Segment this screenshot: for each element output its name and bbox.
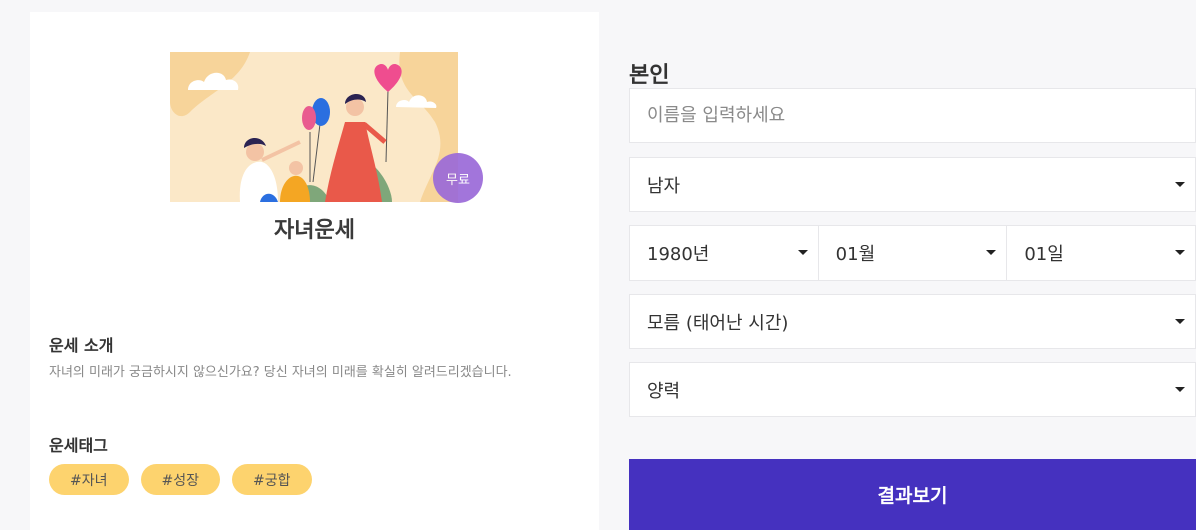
name-field[interactable] xyxy=(629,88,1196,143)
input-form: 본인 남자 1980년 01월 01일 모름 (태어난 시간) 양력 결과보기 xyxy=(629,0,1196,530)
fortune-card: 무료 자녀운세 운세 소개 자녀의 미래가 궁금하시지 않으신가요? 당신 자녀… xyxy=(30,12,599,530)
calendar-type-value: 양력 xyxy=(647,380,681,402)
year-select[interactable]: 1980년 xyxy=(629,225,819,281)
birth-time-select[interactable]: 모름 (태어난 시간) xyxy=(629,294,1196,349)
birth-time-value: 모름 (태어난 시간) xyxy=(647,312,789,334)
fortune-title: 자녀운세 xyxy=(274,218,355,243)
birth-date-row: 1980년 01월 01일 xyxy=(629,225,1196,281)
tag-compatibility[interactable]: #궁합 xyxy=(232,464,312,495)
tag-child[interactable]: #자녀 xyxy=(49,464,129,495)
chevron-down-icon xyxy=(1175,182,1185,187)
day-value: 01일 xyxy=(1024,244,1064,265)
month-select[interactable]: 01월 xyxy=(817,225,1008,281)
gender-select[interactable]: 남자 xyxy=(629,157,1196,212)
chevron-down-icon xyxy=(1175,250,1186,255)
chevron-down-icon xyxy=(986,250,997,255)
month-value: 01월 xyxy=(835,244,876,265)
name-input[interactable] xyxy=(647,105,1195,126)
tags-heading: 운세태그 xyxy=(49,436,108,455)
tag-list: #자녀 #성장 #궁합 xyxy=(49,464,312,495)
year-value: 1980년 xyxy=(647,244,710,265)
day-select[interactable]: 01일 xyxy=(1006,225,1196,281)
chevron-down-icon xyxy=(797,250,808,255)
chevron-down-icon xyxy=(1175,387,1185,392)
chevron-down-icon xyxy=(1175,319,1185,324)
gender-value: 남자 xyxy=(647,175,681,197)
intro-heading: 운세 소개 xyxy=(49,336,114,355)
self-section-label: 본인 xyxy=(629,63,670,88)
submit-button[interactable]: 결과보기 xyxy=(629,459,1196,530)
calendar-type-select[interactable]: 양력 xyxy=(629,362,1196,417)
intro-text: 자녀의 미래가 궁금하시지 않으신가요? 당신 자녀의 미래를 확실히 알려드리… xyxy=(49,365,512,380)
family-balloons-illustration xyxy=(170,52,458,202)
tag-growth[interactable]: #성장 xyxy=(140,464,220,495)
free-badge: 무료 xyxy=(433,153,483,203)
